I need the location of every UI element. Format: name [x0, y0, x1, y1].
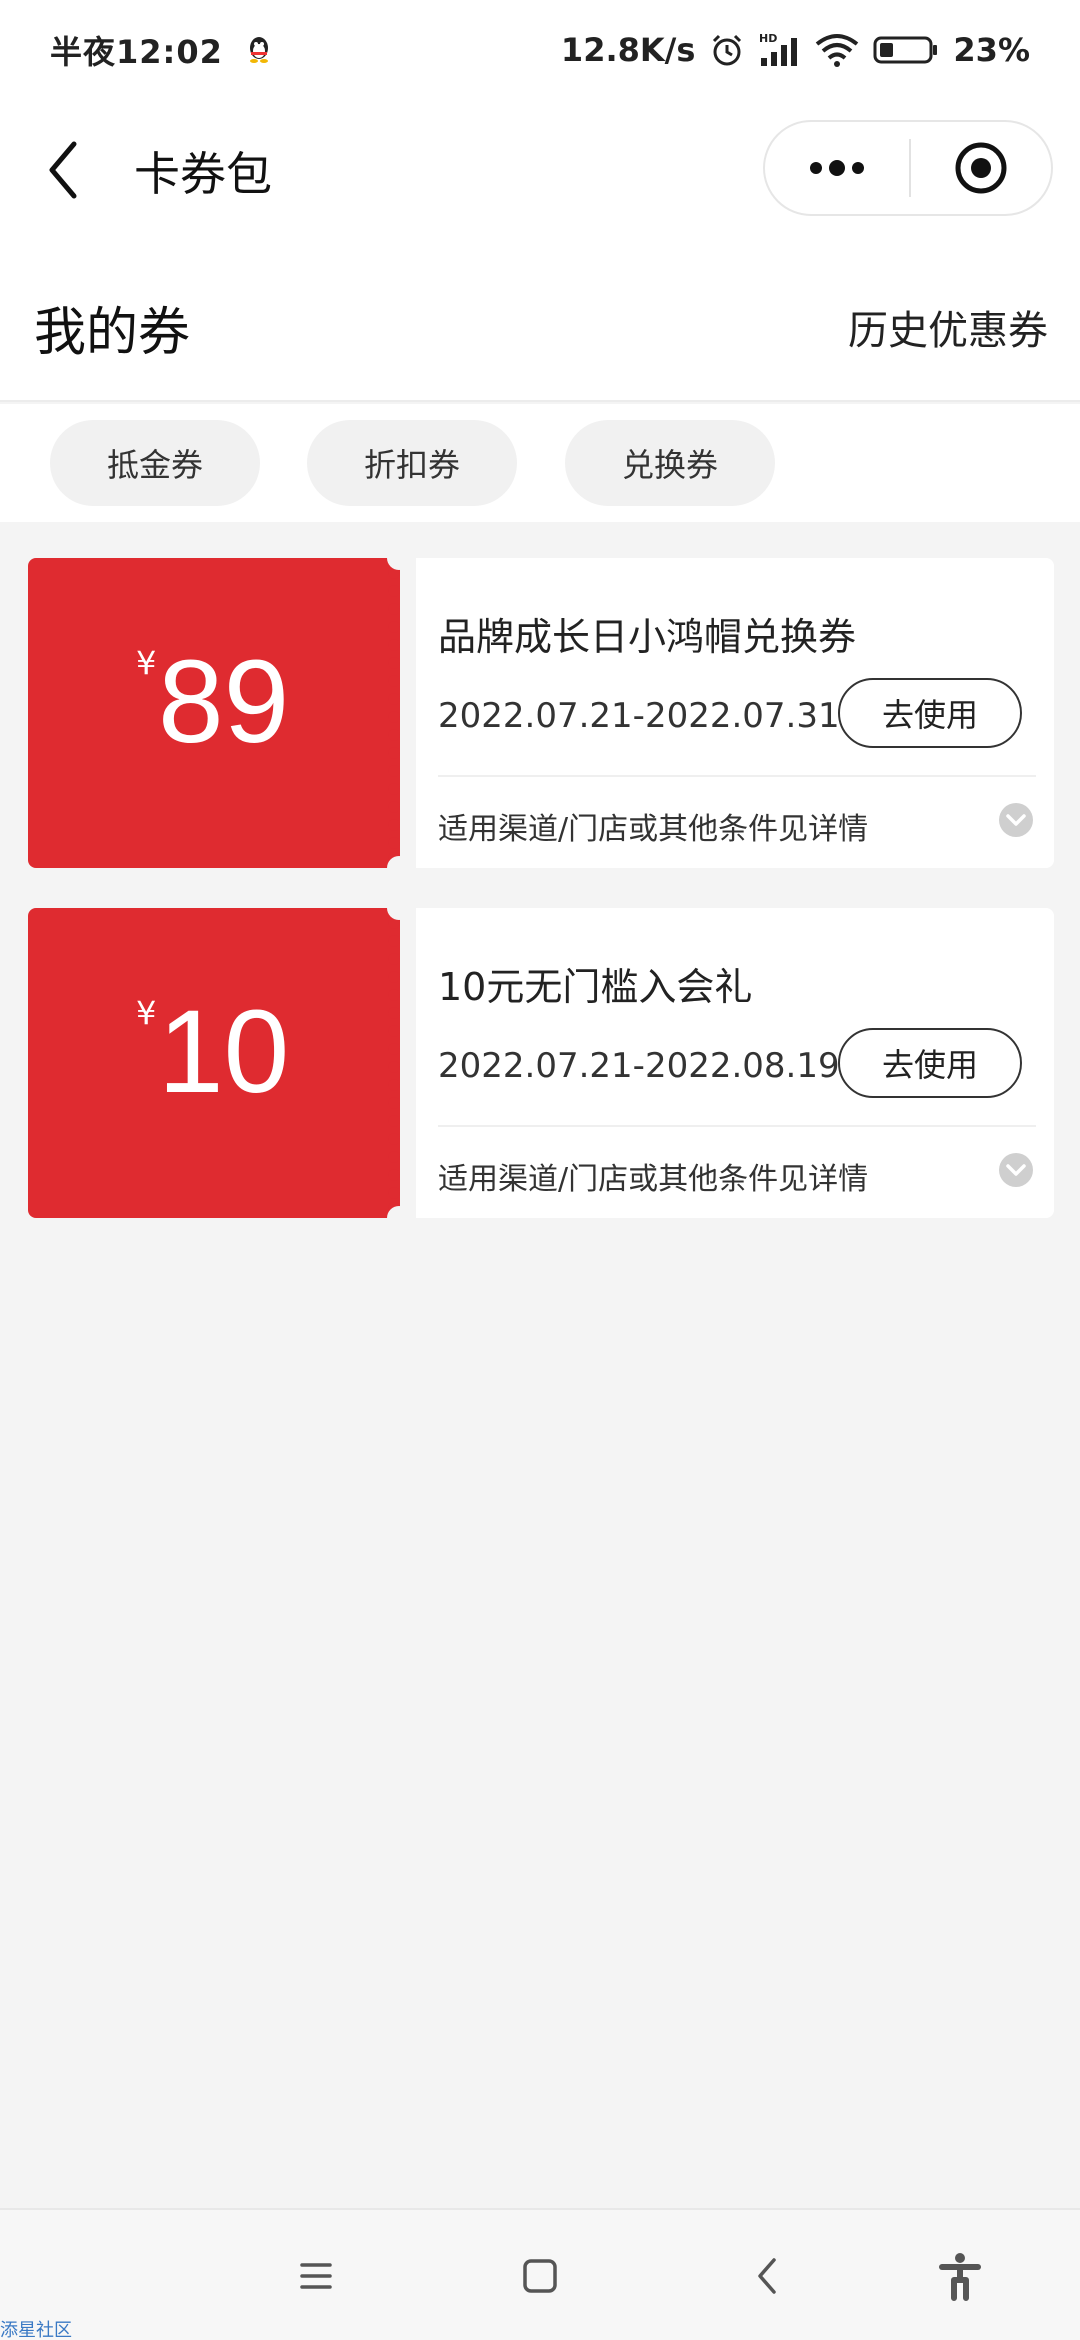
- coupon-divider: [438, 775, 1036, 777]
- battery-icon: [873, 36, 938, 64]
- nav-bar: 卡券包: [0, 100, 1080, 240]
- filter-tabs: 抵金券 折扣券 兑换券: [0, 404, 1080, 522]
- qq-icon: [249, 37, 268, 63]
- back-nav-icon[interactable]: [742, 2250, 794, 2302]
- wifi-icon: [816, 34, 859, 67]
- coupon-details: 10元无门槛入会礼 2022.07.21-2022.08.19 去使用 适用渠道…: [416, 908, 1054, 1218]
- nav-title: 卡券包: [134, 147, 272, 201]
- status-time: 半夜12:02: [50, 33, 223, 71]
- coupon-card[interactable]: ¥ 89 品牌成长日小鸿帽兑换券 2022.07.21-2022.07.31 去…: [28, 558, 1054, 868]
- amount-value: 89: [158, 636, 290, 768]
- status-right: 12.8K/s HD 23%: [561, 31, 1030, 69]
- status-bar: 半夜12:02 12.8K/s HD 23%: [0, 0, 1080, 100]
- network-badge: HD: [759, 32, 777, 45]
- capsule-menu: [763, 120, 1053, 216]
- chevron-down-icon[interactable]: [998, 802, 1034, 838]
- accessibility-icon[interactable]: [934, 2250, 986, 2302]
- coupon-date-range: 2022.07.21-2022.07.31: [438, 696, 840, 736]
- coupon-conditions[interactable]: 适用渠道/门店或其他条件见详情: [438, 804, 868, 848]
- close-button[interactable]: [911, 122, 1051, 214]
- coupon-conditions[interactable]: 适用渠道/门店或其他条件见详情: [438, 1154, 868, 1198]
- page-title: 我的券: [34, 303, 191, 363]
- coupon-amount: ¥ 10: [28, 908, 400, 1218]
- currency-symbol: ¥: [136, 644, 157, 682]
- back-icon[interactable]: [42, 138, 90, 202]
- coupon-name: 10元无门槛入会礼: [438, 965, 753, 1009]
- battery-level: 23%: [953, 31, 1030, 69]
- home-icon[interactable]: [514, 2250, 566, 2302]
- close-target-icon: [955, 142, 1007, 194]
- coupon-date-range: 2022.07.21-2022.08.19: [438, 1046, 840, 1086]
- filter-tab-discount[interactable]: 折扣券: [307, 420, 517, 506]
- coupon-divider: [438, 1125, 1036, 1127]
- use-coupon-button[interactable]: 去使用: [838, 678, 1022, 748]
- alarm-icon: [713, 34, 742, 66]
- menu-icon[interactable]: [290, 2250, 342, 2302]
- app-root: 半夜12:02 12.8K/s HD 23% 卡券包 我的券 历史优惠券 抵金券…: [0, 0, 1080, 2340]
- filter-tab-exchange[interactable]: 兑换券: [565, 420, 775, 506]
- watermark: 添星社区: [0, 2320, 72, 2340]
- status-left: 半夜12:02: [50, 27, 273, 73]
- currency-symbol: ¥: [136, 994, 157, 1032]
- chevron-down-icon[interactable]: [998, 1152, 1034, 1188]
- history-coupons-link[interactable]: 历史优惠券: [848, 298, 1048, 356]
- coupon-amount: ¥ 89: [28, 558, 400, 868]
- amount-value: 10: [158, 986, 290, 1118]
- system-nav-bar: [0, 2208, 1080, 2340]
- coupon-name: 品牌成长日小鸿帽兑换券: [438, 615, 857, 659]
- coupon-card[interactable]: ¥ 10 10元无门槛入会礼 2022.07.21-2022.08.19 去使用…: [28, 908, 1054, 1218]
- use-coupon-button[interactable]: 去使用: [838, 1028, 1022, 1098]
- more-icon: [810, 160, 864, 176]
- coupon-details: 品牌成长日小鸿帽兑换券 2022.07.21-2022.07.31 去使用 适用…: [416, 558, 1054, 868]
- filter-tab-cash[interactable]: 抵金券: [50, 420, 260, 506]
- more-button[interactable]: [765, 122, 909, 214]
- signal-icon: HD: [759, 32, 798, 66]
- header-row: 我的券 历史优惠券: [0, 240, 1080, 402]
- network-speed: 12.8K/s: [560, 31, 696, 69]
